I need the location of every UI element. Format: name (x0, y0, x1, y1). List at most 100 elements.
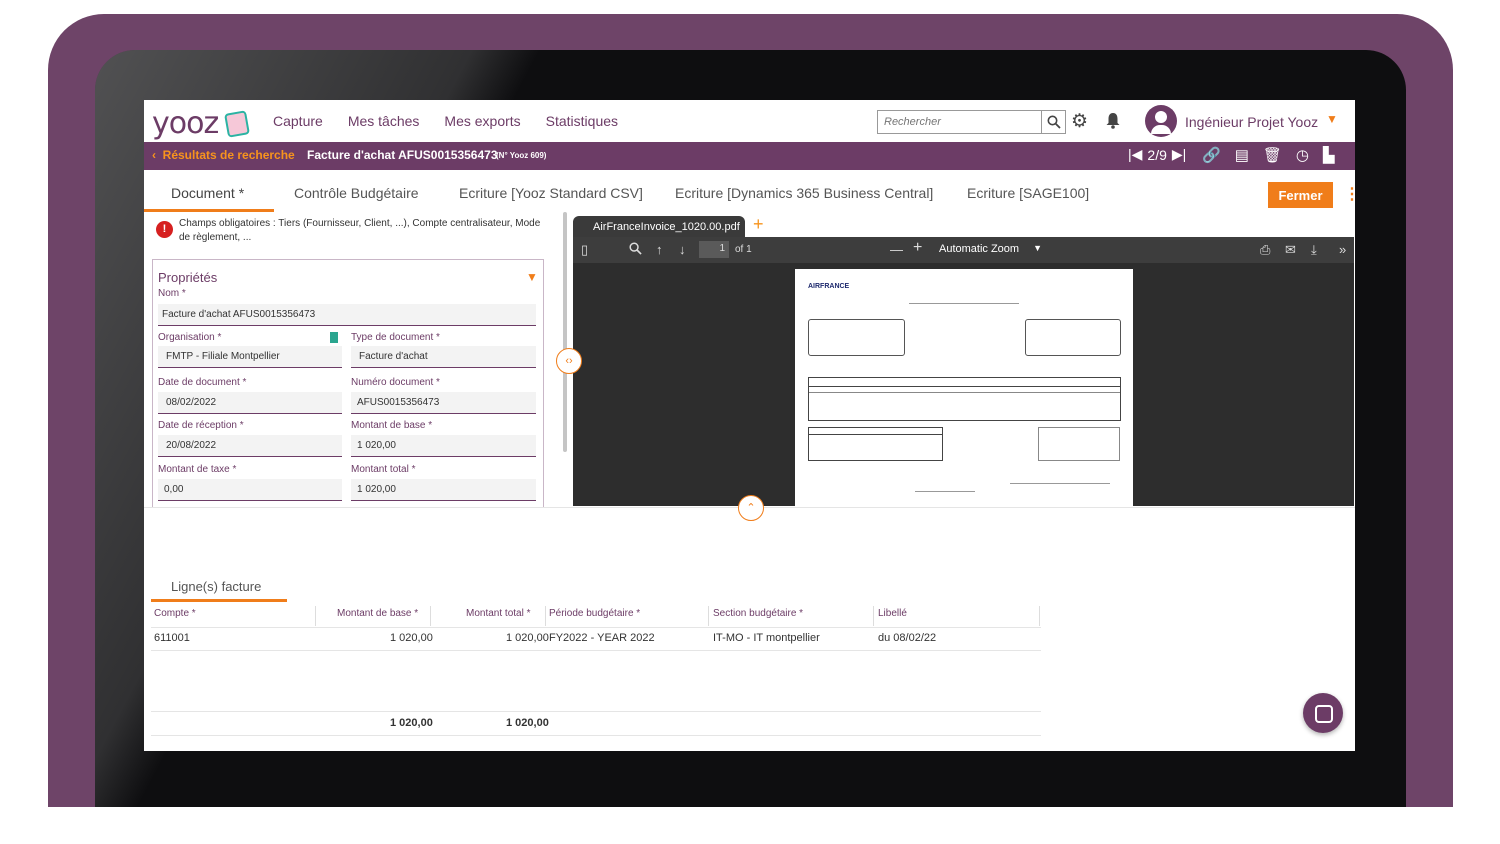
invoice-lines-indicator (151, 599, 287, 602)
column-separator (315, 606, 316, 626)
page-count: of 1 (735, 244, 752, 255)
search-icon[interactable] (1041, 111, 1065, 133)
sheet-footer-line (1010, 483, 1110, 484)
pdf-canvas-area: AIRFRANCE (573, 263, 1354, 506)
gear-icon[interactable]: ⚙ (1071, 110, 1088, 133)
bell-icon[interactable] (1105, 112, 1121, 134)
tab-document[interactable]: Document * (171, 185, 244, 201)
history-icon[interactable]: ◷ (1296, 146, 1309, 164)
field-nom[interactable]: Facture d'achat AFUS0015356473 (158, 304, 536, 326)
tab-ecriture-sage[interactable]: Ecriture [SAGE100] (967, 185, 1089, 201)
field-date-reception[interactable]: 20/08/2022 (158, 435, 342, 457)
previous-page-icon[interactable]: ↑ (656, 242, 663, 257)
comment-icon[interactable]: ▤ (1235, 146, 1249, 164)
sheet-tax-table (808, 427, 943, 461)
zoom-select[interactable]: Automatic Zoom ▼ (935, 240, 1050, 260)
last-page-icon[interactable]: ▶| (1172, 146, 1186, 163)
cell-compte[interactable]: 611001 (154, 632, 190, 644)
field-label-nom: Nom * (158, 288, 186, 299)
next-page-icon[interactable]: ↓ (679, 242, 686, 257)
tab-ecriture-dynamics[interactable]: Ecriture [Dynamics 365 Business Central] (675, 185, 933, 201)
field-label-type-document: Type de document * (351, 332, 440, 343)
chat-button[interactable] (1303, 693, 1343, 733)
column-header-montant-total[interactable]: Montant total * (466, 608, 530, 628)
cell-montant-total[interactable]: 1 020,00 (506, 632, 549, 644)
bookmark-icon[interactable] (330, 332, 338, 343)
panel-resize-handle[interactable]: ‹› (556, 348, 582, 374)
left-panel-scrollbar[interactable] (563, 212, 567, 452)
column-separator (1039, 606, 1040, 626)
sheet-totals-box (1038, 427, 1120, 461)
field-montant-total[interactable]: 1 020,00 (351, 479, 536, 501)
field-label-date-reception: Date de réception * (158, 420, 244, 431)
more-options-icon[interactable]: ⋮ (1344, 184, 1355, 204)
yooz-logo[interactable]: yooz (152, 106, 219, 141)
total-montant-base: 1 020,00 (390, 717, 433, 729)
column-separator (873, 606, 874, 626)
pdf-search-icon[interactable] (629, 242, 642, 258)
column-header-montant-base[interactable]: Montant de base * (337, 608, 418, 628)
add-file-icon[interactable]: + (753, 214, 764, 235)
cell-montant-base[interactable]: 1 020,00 (390, 632, 433, 644)
yooz-number: (N° Yooz 609) (496, 151, 547, 160)
field-montant-base[interactable]: 1 020,00 (351, 435, 536, 457)
print-icon[interactable]: ⎙ (1260, 242, 1270, 258)
nav-mes-taches[interactable]: Mes tâches (348, 113, 420, 129)
sheet-title-line (909, 303, 1019, 304)
error-icon: ! (156, 221, 173, 238)
grid-row-line (151, 650, 1041, 651)
column-header-periode[interactable]: Période budgétaire * (549, 608, 640, 628)
nav-capture[interactable]: Capture (273, 113, 323, 129)
chevron-down-icon[interactable]: ▼ (1326, 112, 1338, 126)
column-header-compte[interactable]: Compte * (154, 608, 196, 628)
pdf-file-tab[interactable]: AirFranceInvoice_1020.00.pdf (573, 216, 745, 238)
top-navbar: yooz Capture Mes tâches Mes exports Stat… (144, 100, 1355, 142)
download-icon[interactable]: ⤓ (1311, 242, 1317, 258)
cell-section[interactable]: IT-MO - IT montpellier (713, 632, 820, 644)
column-header-section[interactable]: Section budgétaire * (713, 608, 803, 628)
grid-bottom-line (151, 735, 1041, 736)
link-icon[interactable]: 🔗 (1202, 146, 1221, 164)
total-montant-total: 1 020,00 (506, 717, 549, 729)
close-button[interactable]: Fermer (1268, 182, 1333, 208)
page-number-input[interactable]: 1 (699, 241, 729, 258)
pdf-toolbar: ▯ ↑ ↓ 1 of 1 — + Automatic Zoom ▼ ⎙ ✉ ⤓ » (573, 237, 1354, 263)
search-box (877, 110, 1066, 134)
sidebar-toggle-icon[interactable]: ▯ (581, 242, 588, 258)
field-numero-document[interactable]: AFUS0015356473 (351, 392, 536, 414)
tools-menu-icon[interactable]: » (1339, 242, 1346, 257)
tab-ecriture-yooz-csv[interactable]: Ecriture [Yooz Standard CSV] (459, 185, 643, 201)
user-name[interactable]: Ingénieur Projet Yooz (1185, 114, 1318, 130)
first-page-icon[interactable]: |◀ (1128, 146, 1142, 163)
nav-statistiques[interactable]: Statistiques (546, 113, 618, 129)
field-date-document[interactable]: 08/02/2022 (158, 392, 342, 414)
cell-libelle[interactable]: du 08/02/22 (878, 632, 936, 644)
back-link[interactable]: ‹ Résultats de recherche (152, 148, 295, 162)
mandatory-fields-alert: Champs obligatoires : Tiers (Fournisseur… (179, 218, 541, 243)
search-input[interactable] (878, 111, 1042, 133)
field-label-date-document: Date de document * (158, 377, 247, 388)
sheet-items-table (808, 377, 1121, 421)
logo-badge-icon (224, 110, 250, 138)
trash-icon[interactable]: 🗑 (1263, 146, 1282, 164)
properties-title: Propriétés (158, 270, 218, 285)
column-header-libelle[interactable]: Libellé (878, 608, 907, 628)
field-label-numero-document: Numéro document * (351, 377, 440, 388)
field-type-document[interactable]: Facture d'achat (351, 346, 536, 368)
field-montant-taxe[interactable]: 0,00 (158, 479, 342, 501)
field-organisation[interactable]: FMTP - Filiale Montpellier (158, 346, 342, 368)
zoom-value: Automatic Zoom (939, 243, 1020, 255)
avatar[interactable] (1145, 105, 1177, 137)
main-nav: Capture Mes tâches Mes exports Statistiq… (273, 113, 618, 129)
document-tabs: Document * Contrôle Budgétaire Ecriture … (144, 170, 1355, 212)
layout-icon[interactable]: ▙ (1323, 146, 1335, 164)
zoom-out-icon[interactable]: — (890, 242, 903, 257)
nav-mes-exports[interactable]: Mes exports (444, 113, 520, 129)
email-icon[interactable]: ✉ (1285, 242, 1296, 258)
cell-periode[interactable]: FY2022 - YEAR 2022 (549, 632, 655, 644)
collapse-chevron-icon[interactable]: ▼ (526, 270, 538, 284)
vertical-resize-handle[interactable]: ⌃ (738, 495, 764, 521)
zoom-in-icon[interactable]: + (913, 239, 922, 257)
field-label-montant-base: Montant de base * (351, 420, 433, 431)
tab-controle-budgetaire[interactable]: Contrôle Budgétaire (294, 185, 419, 201)
